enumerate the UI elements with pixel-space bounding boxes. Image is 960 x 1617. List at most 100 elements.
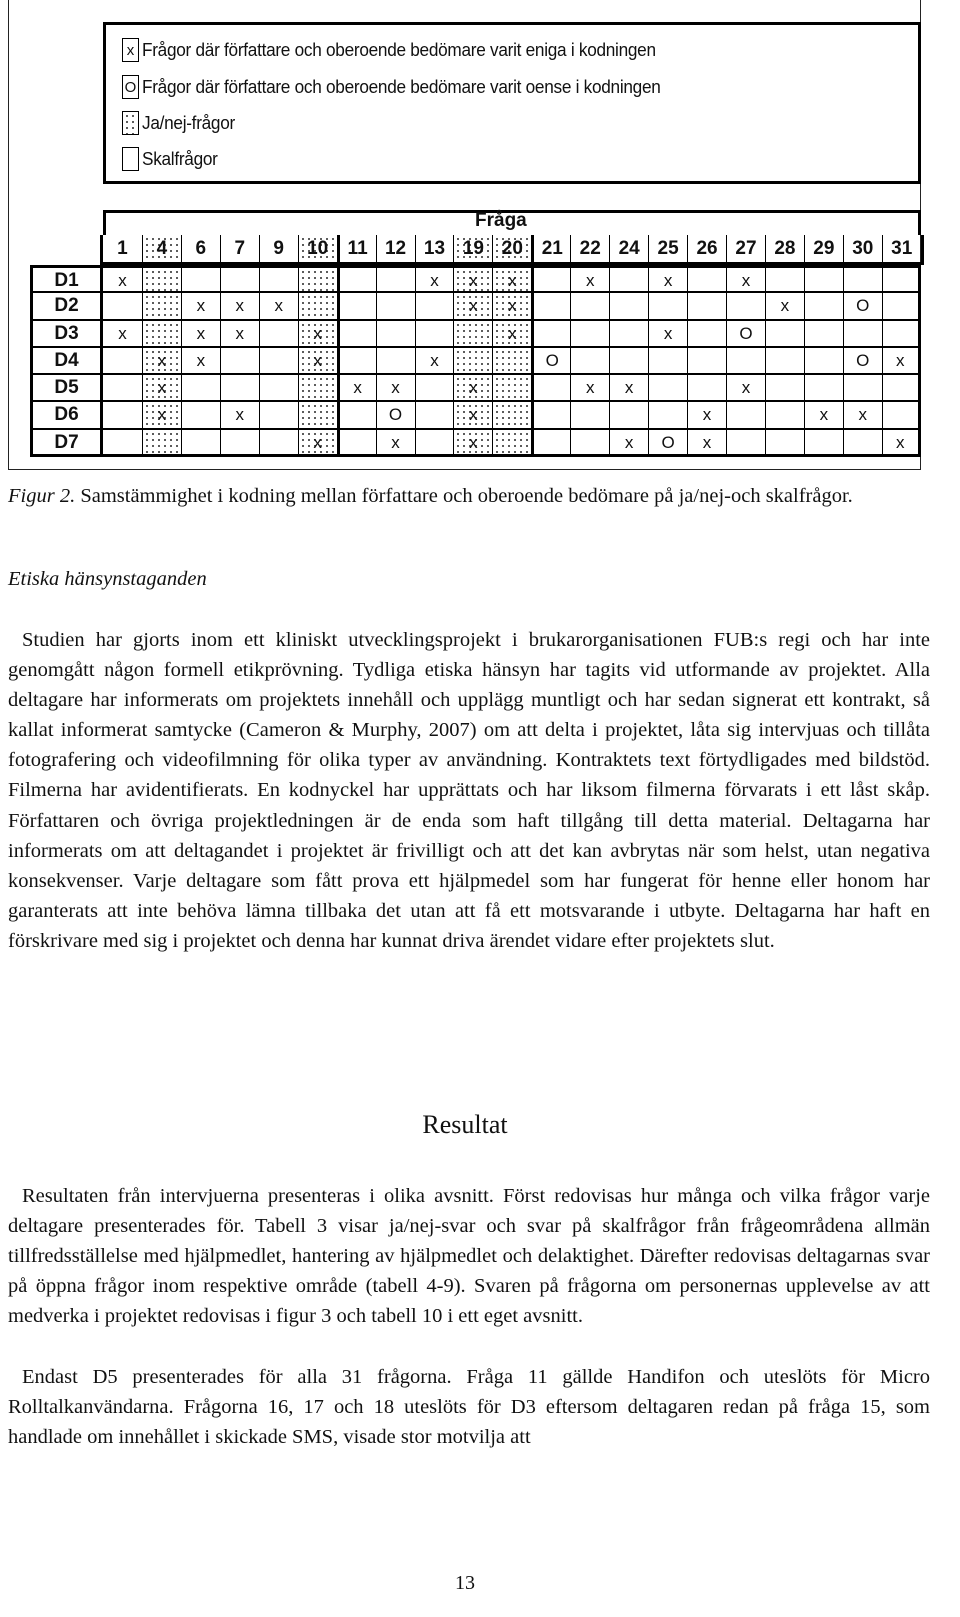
table-cell	[336, 402, 376, 428]
table-cell	[258, 347, 298, 374]
table-row: D3 x x x x x x O	[30, 320, 921, 348]
table-cell: x	[453, 429, 493, 455]
column-header: 27	[726, 235, 765, 262]
table-cell	[726, 429, 765, 455]
legend-label: Frågor där författare och oberoende bedö…	[142, 39, 656, 60]
table-cell	[687, 375, 726, 401]
row-label: D4	[30, 347, 103, 374]
table-cell: x	[297, 429, 337, 455]
table-cell	[570, 293, 609, 319]
table-cell: x	[570, 268, 609, 292]
dotted-swatch-icon	[122, 111, 139, 135]
table-cell	[453, 347, 493, 374]
table-cell	[375, 268, 415, 292]
table-cell	[492, 347, 532, 374]
table-cell: x	[609, 375, 648, 401]
table-cell: x	[414, 268, 454, 292]
table-cell	[764, 268, 804, 292]
table-cell	[375, 320, 415, 346]
table-cell	[531, 268, 570, 292]
column-header: 21	[531, 235, 570, 262]
column-header: 24	[609, 235, 648, 262]
table-cell	[258, 320, 298, 346]
table-cell: x	[570, 375, 609, 401]
table-cell	[726, 402, 765, 428]
table-cell	[180, 402, 220, 428]
table-cell	[842, 268, 882, 292]
table-body: D1 x x x x x x x D2 x x x x x x O D3 x x x x x x O D4 x x x x O Ox D5 x x…	[30, 265, 921, 458]
section-heading-results: Resultat	[422, 1110, 508, 1139]
table-cell: x	[648, 320, 687, 346]
table-cell: x	[219, 402, 259, 428]
table-cell	[258, 268, 298, 292]
table-cell: x	[297, 347, 337, 374]
table-cell	[219, 375, 259, 401]
table-cell	[764, 347, 804, 374]
table-cell	[881, 375, 921, 401]
table-cell	[609, 347, 648, 374]
table-cell	[336, 347, 376, 374]
table-cell: x	[842, 402, 882, 428]
column-header: 26	[687, 235, 726, 262]
table-cell: x	[141, 347, 181, 374]
table-cell	[803, 320, 843, 346]
table-cell: x	[726, 268, 765, 292]
column-header: 29	[803, 235, 843, 262]
column-header: 25	[648, 235, 687, 262]
table-cell	[492, 375, 532, 401]
table-cell: x	[648, 268, 687, 292]
table-cell	[180, 375, 220, 401]
table-cell: x	[453, 402, 493, 428]
figure-caption-text: Samstämmighet i kodning mellan författar…	[75, 485, 853, 507]
table-cell	[609, 268, 648, 292]
table-cell: x	[453, 268, 493, 292]
table-cell: x	[881, 429, 921, 455]
table-cell: x	[609, 429, 648, 455]
legend-item: Ja/nej-frågor	[122, 110, 242, 136]
legend-label: Skalfrågor	[142, 148, 218, 169]
table-cell	[648, 293, 687, 319]
table-cell	[687, 347, 726, 374]
column-header: 9	[258, 235, 298, 262]
table-cell	[103, 375, 142, 400]
table-cell: x	[492, 293, 532, 319]
table-cell: x	[180, 347, 220, 374]
table-cell	[803, 375, 843, 401]
table-cell	[803, 347, 843, 374]
column-header: 22	[570, 235, 609, 262]
table-cell	[258, 375, 298, 401]
table-cell	[570, 402, 609, 428]
table-cell: x	[180, 320, 220, 346]
table-cell: x	[764, 293, 804, 319]
table-cell	[648, 375, 687, 401]
table-cell	[842, 375, 882, 401]
table-cell: x	[141, 402, 181, 428]
table-cell	[570, 320, 609, 346]
table-cell	[103, 430, 142, 454]
table-cell	[219, 429, 259, 455]
table-cell	[414, 320, 454, 346]
table-cell	[687, 293, 726, 319]
table-cell	[103, 293, 142, 318]
table-cell	[764, 402, 804, 428]
legend-label: Ja/nej-frågor	[142, 112, 235, 133]
table-cell: x	[492, 320, 532, 346]
table-cell	[336, 268, 376, 292]
column-header: 12	[375, 235, 415, 262]
column-header-row: 1 4 6 7 9 10 11 12 13 19 20 21 22 24 25 26 27 28 29 30 31	[100, 235, 924, 265]
column-header: 6	[180, 235, 220, 262]
table-cell: x	[726, 375, 765, 401]
table-cell	[103, 348, 142, 373]
table-row: D7 x x x x Ox x	[30, 429, 921, 458]
symbol-swatch-icon: O	[122, 75, 139, 99]
column-header: 11	[336, 235, 376, 262]
table-cell	[297, 402, 337, 428]
table-cell	[375, 347, 415, 374]
column-header: 4	[141, 235, 181, 262]
table-cell	[687, 268, 726, 292]
table-cell: x	[453, 293, 493, 319]
legend-label: Frågor där författare och oberoende bedö…	[142, 76, 661, 97]
table-cell	[531, 320, 570, 346]
table-cell	[881, 402, 921, 428]
table-cell	[414, 402, 454, 428]
